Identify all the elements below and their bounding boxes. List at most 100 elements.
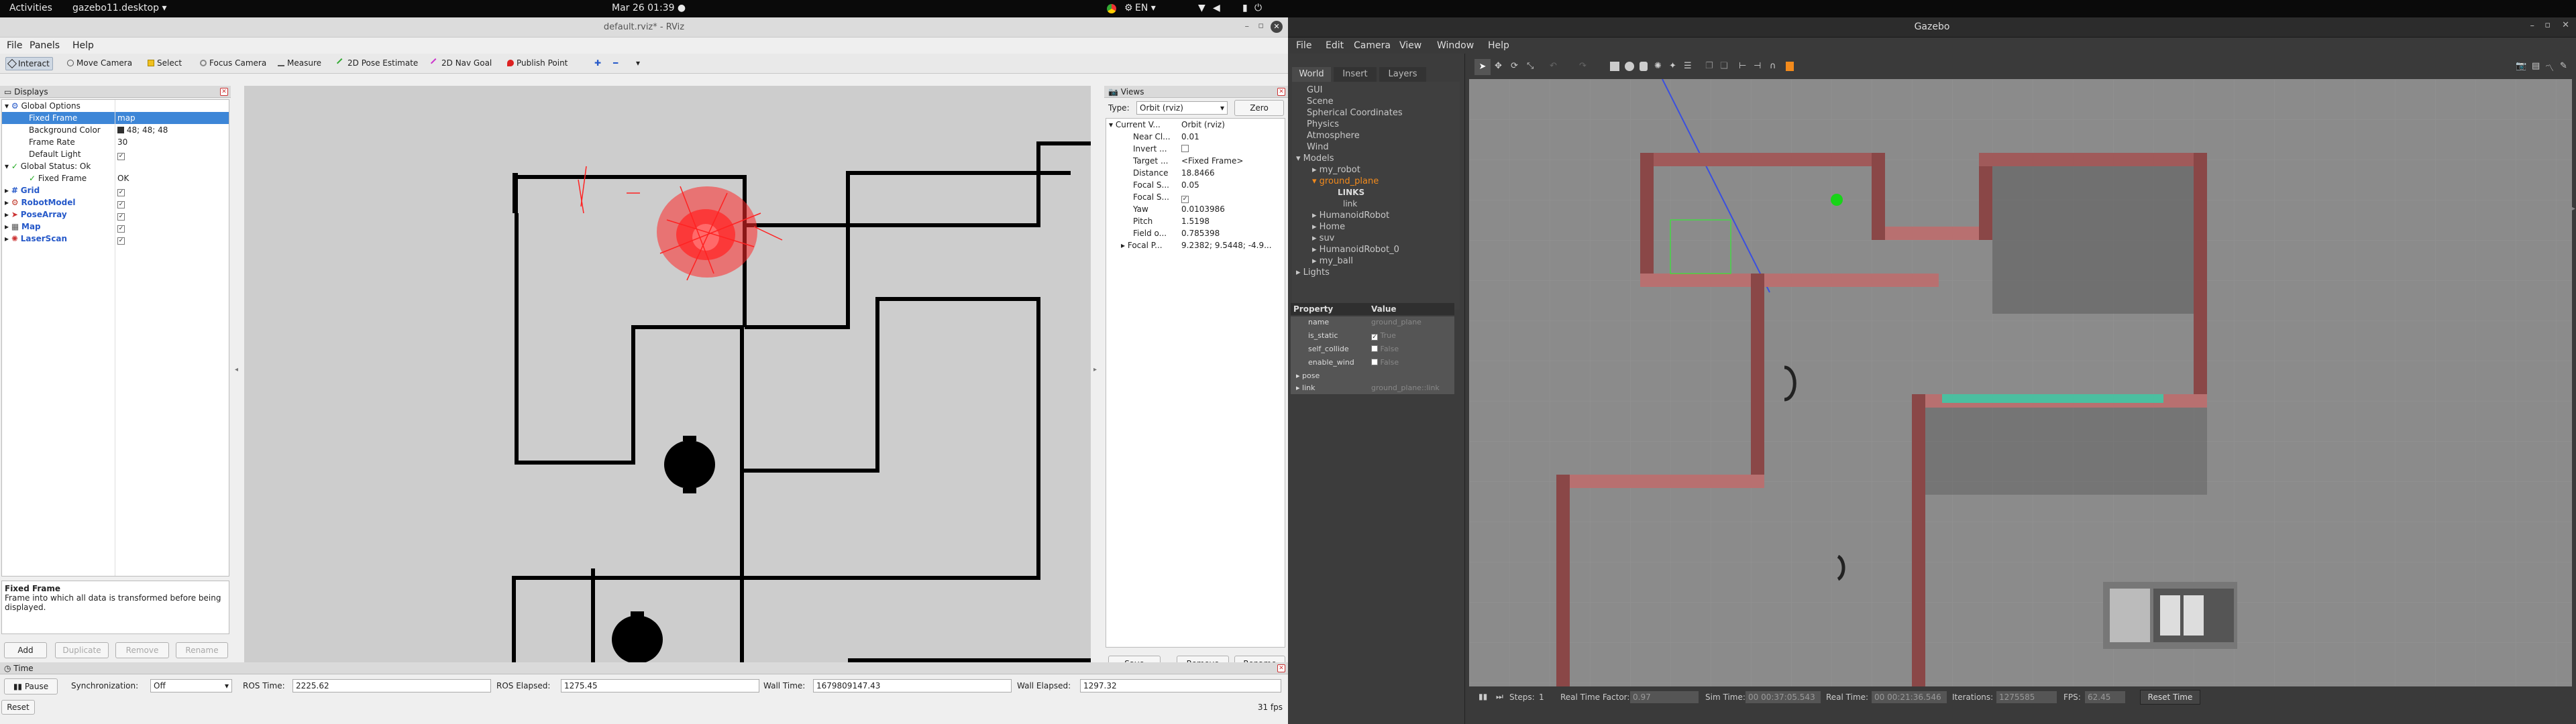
- view-row[interactable]: Distance 18.8466: [1106, 167, 1285, 179]
- right-panel-handle[interactable]: ▸: [2572, 205, 2575, 213]
- battery-icon[interactable]: ▮: [1242, 3, 1248, 13]
- rename-display-button[interactable]: Rename: [176, 642, 228, 658]
- tree-row-fixed-frame[interactable]: Fixed Frame map: [2, 112, 229, 124]
- gz-menu-view[interactable]: View: [1399, 40, 1421, 51]
- tree-row-global-status[interactable]: ▾ ✓ Global Status: Ok: [2, 160, 229, 172]
- default-light-checkbox[interactable]: ✓: [117, 153, 125, 160]
- tree-home[interactable]: ▸ Home: [1312, 221, 1345, 233]
- tab-layers[interactable]: Layers: [1379, 67, 1426, 82]
- tree-ground-plane[interactable]: ▾ ground_plane: [1312, 176, 1379, 187]
- tree-wind[interactable]: Wind: [1307, 141, 1329, 153]
- self-collide-checkbox[interactable]: [1371, 345, 1378, 352]
- close-panel-icon[interactable]: ✕: [220, 88, 228, 96]
- enable-wind-checkbox[interactable]: [1371, 359, 1378, 365]
- gz-menu-camera[interactable]: Camera: [1354, 40, 1391, 51]
- tree-spherical[interactable]: Spherical Coordinates: [1307, 107, 1403, 119]
- tool-measure[interactable]: Measure: [275, 57, 324, 70]
- menu-help[interactable]: Help: [72, 40, 94, 51]
- tool-publish-point[interactable]: Publish Point: [504, 57, 570, 70]
- tree-row-global-options[interactable]: ▾ ⚙ Global Options: [2, 100, 229, 112]
- close-time-icon[interactable]: ✕: [1277, 664, 1285, 672]
- wall-elapsed-field[interactable]: 1297.32: [1080, 679, 1281, 692]
- tab-insert[interactable]: Insert: [1334, 67, 1377, 82]
- invert-checkbox[interactable]: [1181, 145, 1189, 152]
- prop-link-row[interactable]: ▸ link: [1296, 383, 1316, 392]
- tree-my-robot[interactable]: ▸ my_robot: [1312, 164, 1360, 176]
- prop-self-collide-value[interactable]: False: [1371, 345, 1399, 353]
- gz-menu-edit[interactable]: Edit: [1326, 40, 1344, 51]
- select-mode-icon[interactable]: ➤: [1474, 59, 1491, 75]
- translate-icon[interactable]: ✥: [1495, 61, 1502, 71]
- pause-sim-icon[interactable]: ▮▮: [1479, 692, 1487, 701]
- app-menu[interactable]: gazebo11.desktop ▾: [72, 3, 166, 13]
- focal-shape-checkbox[interactable]: ✓: [1181, 196, 1189, 203]
- volume-icon[interactable]: ◀: [1213, 3, 1220, 13]
- network-icon[interactable]: ▼: [1198, 3, 1205, 13]
- steps-value[interactable]: 1: [1539, 692, 1544, 702]
- video-icon[interactable]: ✎: [2560, 61, 2567, 71]
- view-type-select[interactable]: Orbit (rviz) ▾: [1136, 101, 1228, 115]
- tree-row-background-color[interactable]: Background Color 48; 48; 48: [2, 124, 229, 136]
- remove-tool-icon[interactable]: ━: [610, 57, 621, 70]
- log-icon[interactable]: ▤: [2532, 61, 2540, 71]
- color-swatch[interactable]: [117, 127, 124, 133]
- gz-menu-help[interactable]: Help: [1488, 40, 1509, 51]
- minimize-icon[interactable]: –: [1245, 21, 1250, 32]
- close-icon[interactable]: ✕: [2562, 20, 2569, 30]
- step-icon[interactable]: ⏭: [1496, 692, 1503, 702]
- grid-checkbox[interactable]: ✓: [117, 189, 125, 196]
- prop-is-static-value[interactable]: ✓ True: [1371, 331, 1396, 341]
- tree-humanoid-0[interactable]: ▸ HumanoidRobot_0: [1312, 244, 1399, 255]
- gz-menu-file[interactable]: File: [1296, 40, 1311, 51]
- copy-icon[interactable]: ❐: [1705, 61, 1713, 71]
- tree-row-robotmodel[interactable]: ▸ ⚙ RobotModel ✓: [2, 196, 229, 208]
- tree-row-status-fixed-frame[interactable]: ✓ Fixed Frame OK: [2, 172, 229, 184]
- close-views-icon[interactable]: ✕: [1277, 88, 1285, 96]
- tool-move-camera[interactable]: Move Camera: [64, 57, 135, 70]
- menu-file[interactable]: File: [7, 40, 22, 51]
- ros-time-field[interactable]: 2225.62: [292, 679, 491, 692]
- minimize-icon[interactable]: –: [2530, 21, 2535, 31]
- view-row[interactable]: Yaw 0.0103986: [1106, 203, 1285, 215]
- pause-button[interactable]: ▮▮ Pause: [4, 678, 58, 695]
- tree-my-ball[interactable]: ▸ my_ball: [1312, 255, 1353, 267]
- activities-button[interactable]: Activities: [9, 3, 52, 13]
- tree-atmosphere[interactable]: Atmosphere: [1307, 130, 1360, 141]
- prop-pose-row[interactable]: ▸ pose: [1296, 371, 1320, 380]
- laserscan-checkbox[interactable]: ✓: [117, 237, 125, 245]
- collapse-right-handle[interactable]: ▸: [1093, 366, 1097, 373]
- settings-icon[interactable]: ⚙: [1124, 3, 1133, 13]
- snap-icon[interactable]: ⊣: [1754, 61, 1761, 71]
- magnet-icon[interactable]: ∩: [1770, 61, 1776, 71]
- remove-display-button[interactable]: Remove: [115, 642, 169, 658]
- tree-row-laserscan[interactable]: ▸ ✺ LaserScan ✓: [2, 233, 229, 245]
- robotmodel-checkbox[interactable]: ✓: [117, 201, 125, 208]
- tool-focus-camera[interactable]: Focus Camera: [197, 57, 269, 70]
- box-shape-icon[interactable]: [1610, 62, 1619, 71]
- tree-scene[interactable]: Scene: [1307, 96, 1334, 107]
- view-row[interactable]: Target ... <Fixed Frame>: [1106, 155, 1285, 167]
- redo-icon[interactable]: ↷: [1579, 61, 1587, 71]
- tree-row-default-light[interactable]: Default Light ✓: [2, 148, 229, 160]
- map-checkbox[interactable]: ✓: [117, 225, 125, 233]
- change-view-icon[interactable]: [1786, 62, 1794, 71]
- menu-panels[interactable]: Panels: [30, 40, 60, 51]
- maximize-icon[interactable]: ▫: [1258, 21, 1264, 31]
- view-row[interactable]: Focal S... 0.05: [1106, 179, 1285, 191]
- posearray-checkbox[interactable]: ✓: [117, 213, 125, 221]
- tree-link[interactable]: link: [1343, 198, 1357, 210]
- power-icon[interactable]: ⏻: [1254, 3, 1262, 13]
- reset-button[interactable]: Reset: [1, 700, 35, 715]
- point-light-icon[interactable]: ✺: [1654, 61, 1662, 71]
- sphere-shape-icon[interactable]: [1625, 62, 1634, 71]
- gazebo-3d-scene[interactable]: [1469, 79, 2572, 686]
- tree-row-posearray[interactable]: ▸ ➤ PoseArray ✓: [2, 208, 229, 221]
- view-row[interactable]: Focal S... ✓: [1106, 191, 1285, 203]
- tool-properties-icon[interactable]: ▾: [633, 57, 643, 70]
- duplicate-button[interactable]: Duplicate: [55, 642, 109, 658]
- tree-models[interactable]: ▾ Models: [1296, 153, 1334, 164]
- tool-2d-nav-goal[interactable]: 2D Nav Goal: [429, 57, 494, 70]
- align-icon[interactable]: ⊢: [1739, 61, 1746, 71]
- screenshot-icon[interactable]: 📷: [2516, 61, 2526, 71]
- ros-elapsed-field[interactable]: 1275.45: [561, 679, 759, 692]
